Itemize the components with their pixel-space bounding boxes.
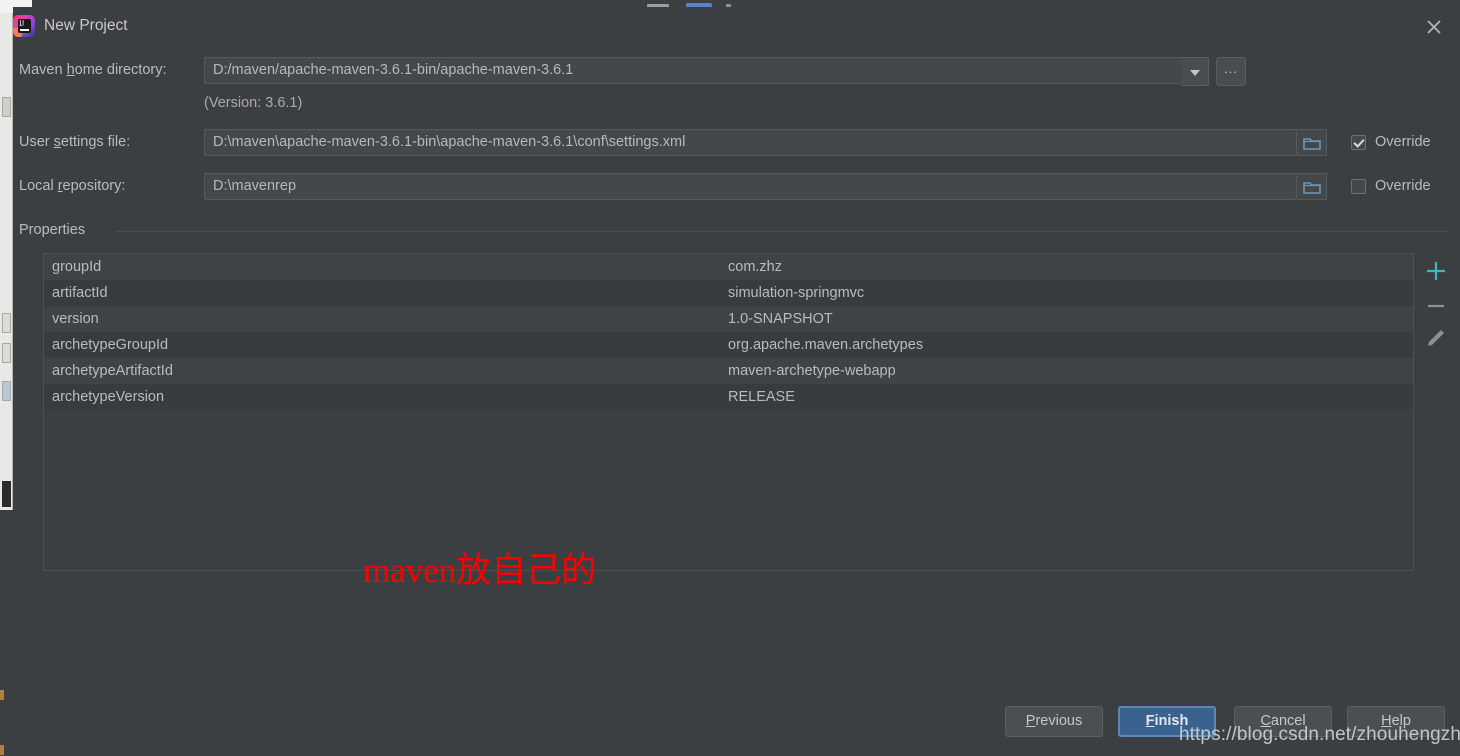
logo-underbar	[20, 29, 29, 31]
minus-icon[interactable]	[1423, 293, 1449, 319]
watermark-text: https://blog.csdn.net/zhouhengzhe	[1179, 724, 1460, 745]
section-divider	[117, 231, 1448, 232]
property-key: groupId	[52, 259, 102, 275]
background-marker	[0, 745, 4, 755]
property-value: simulation-springmvc	[728, 285, 865, 301]
background-tab	[2, 97, 11, 117]
folder-icon[interactable]	[1297, 129, 1327, 156]
user-settings-input[interactable]: D:\maven\apache-maven-3.6.1-bin\apache-m…	[204, 129, 1297, 156]
background-left-edge	[0, 13, 13, 510]
property-value: 1.0-SNAPSHOT	[728, 311, 833, 327]
property-key: archetypeVersion	[52, 389, 165, 405]
properties-toolbar	[1415, 253, 1460, 373]
override-label: Override	[1375, 134, 1431, 150]
plus-icon[interactable]	[1423, 258, 1449, 284]
close-icon[interactable]	[1423, 16, 1445, 38]
table-row[interactable]: archetypeVersion RELEASE	[44, 384, 1413, 410]
property-value: com.zhz	[728, 259, 782, 275]
local-repository-override-checkbox[interactable]: Override	[1351, 178, 1431, 194]
pencil-icon[interactable]	[1423, 325, 1449, 351]
local-repository-label: Local repository:	[19, 178, 126, 194]
background-tab	[2, 343, 11, 363]
checkbox-unchecked-icon[interactable]	[1351, 178, 1366, 194]
table-row[interactable]: groupId com.zhz	[44, 254, 1413, 280]
checkbox-checked-icon[interactable]	[1351, 134, 1366, 150]
new-project-dialog: IJ New Project Maven home directory: D:/…	[13, 7, 1460, 756]
chevron-down-icon[interactable]	[1181, 57, 1209, 86]
intellij-idea-logo-icon: IJ	[13, 15, 35, 37]
property-value: maven-archetype-webapp	[728, 363, 896, 379]
user-settings-label: User settings file:	[19, 134, 131, 150]
properties-section-label: Properties	[19, 222, 86, 238]
table-row[interactable]: artifactId simulation-springmvc	[44, 280, 1413, 306]
maven-version-text: (Version: 3.6.1)	[204, 95, 303, 111]
page-title: New Project	[44, 17, 128, 34]
red-annotation-text: maven放自己的	[363, 551, 597, 590]
dialog-title-bar: IJ New Project	[13, 7, 1460, 47]
override-label: Override	[1375, 178, 1431, 194]
background-tab	[2, 381, 11, 401]
property-key: artifactId	[52, 285, 108, 301]
table-row[interactable]: version 1.0-SNAPSHOT	[44, 306, 1413, 332]
background-marker	[0, 690, 4, 700]
maven-home-label: Maven home directory:	[19, 62, 167, 78]
table-row[interactable]: archetypeGroupId org.apache.maven.archet…	[44, 332, 1413, 358]
property-value: RELEASE	[728, 389, 795, 405]
table-row[interactable]: archetypeArtifactId maven-archetype-weba…	[44, 358, 1413, 384]
maven-home-browse-button[interactable]: ...	[1216, 57, 1246, 86]
background-tab	[2, 481, 11, 507]
local-repository-input[interactable]: D:\mavenrep	[204, 173, 1297, 200]
property-key: archetypeGroupId	[52, 337, 169, 353]
background-tab	[2, 313, 11, 333]
background-left-lower	[0, 560, 6, 756]
logo-letters: IJ	[19, 19, 24, 28]
properties-table[interactable]: groupId com.zhz artifactId simulation-sp…	[43, 253, 1414, 571]
property-value: org.apache.maven.archetypes	[728, 337, 924, 353]
maven-home-input[interactable]: D:/maven/apache-maven-3.6.1-bin/apache-m…	[204, 57, 1182, 84]
property-key: version	[52, 311, 99, 327]
property-key: archetypeArtifactId	[52, 363, 173, 379]
user-settings-override-checkbox[interactable]: Override	[1351, 134, 1431, 150]
previous-button[interactable]: Previous	[1005, 706, 1103, 737]
folder-icon[interactable]	[1297, 173, 1327, 200]
